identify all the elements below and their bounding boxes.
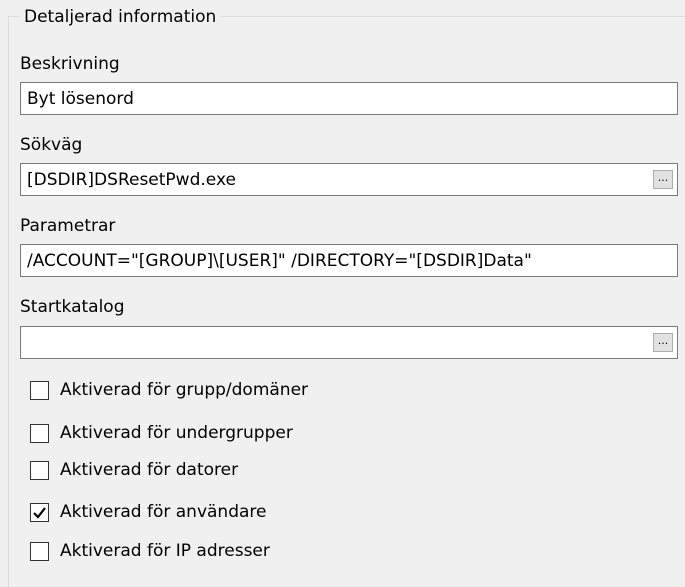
- group-title: Detaljerad information: [20, 7, 221, 27]
- checkbox-label: Aktiverad för användare: [60, 502, 267, 522]
- start-dir-field[interactable]: ...: [20, 326, 678, 359]
- checkbox-label: Aktiverad för IP adresser: [60, 541, 270, 561]
- description-field[interactable]: Byt lösenord: [20, 82, 678, 115]
- parameters-field[interactable]: /ACCOUNT="[GROUP]\[USER]" /DIRECTORY="[D…: [20, 244, 678, 277]
- path-browse-button[interactable]: ...: [653, 170, 673, 189]
- start-dir-label: Startkatalog: [20, 297, 125, 317]
- checkbox[interactable]: [30, 381, 49, 400]
- checkbox[interactable]: [30, 503, 49, 522]
- path-value: [DSDIR]DSResetPwd.exe: [27, 170, 236, 190]
- description-label: Beskrivning: [20, 54, 120, 74]
- checkbox[interactable]: [30, 461, 49, 480]
- checkmark-icon: [33, 507, 46, 519]
- checkbox-label: Aktiverad för datorer: [60, 460, 239, 480]
- path-label: Sökväg: [20, 135, 83, 155]
- parameters-label: Parametrar: [20, 216, 116, 236]
- path-field[interactable]: [DSDIR]DSResetPwd.exe ...: [20, 163, 678, 196]
- checkbox-label: Aktiverad för undergrupper: [60, 423, 293, 443]
- description-value: Byt lösenord: [27, 89, 134, 109]
- checkbox[interactable]: [30, 542, 49, 561]
- parameters-value: /ACCOUNT="[GROUP]\[USER]" /DIRECTORY="[D…: [27, 251, 532, 271]
- checkbox-label: Aktiverad för grupp/domäner: [60, 380, 309, 400]
- checkbox[interactable]: [30, 424, 49, 443]
- start-dir-browse-button[interactable]: ...: [653, 333, 673, 352]
